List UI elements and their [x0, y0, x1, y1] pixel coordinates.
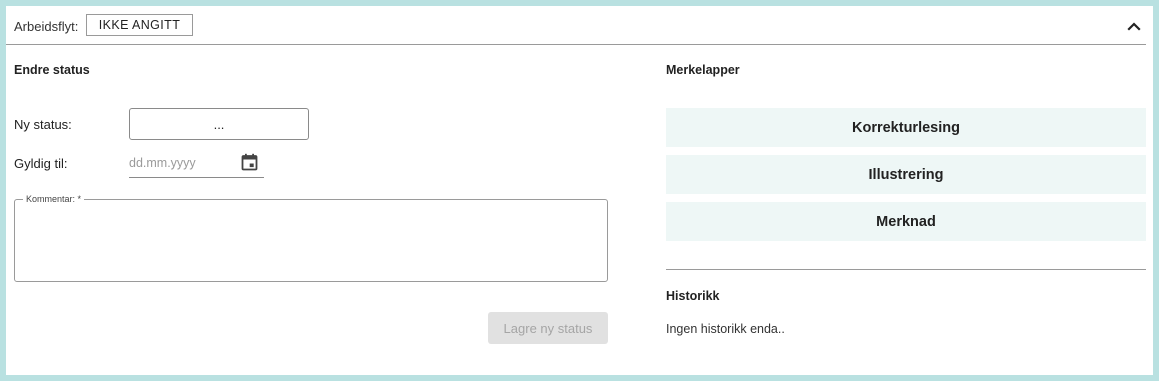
new-status-label: Ny status: [14, 117, 72, 132]
workflow-header: Arbeidsflyt: IKKE ANGITT [6, 6, 1146, 45]
change-status-title: Endre status [14, 63, 90, 77]
date-placeholder: dd.mm.yyyy [129, 156, 196, 170]
valid-until-date-field[interactable]: dd.mm.yyyy [129, 149, 264, 178]
new-status-select[interactable]: ... [129, 108, 309, 140]
history-empty-text: Ingen historikk enda.. [666, 322, 785, 336]
workflow-label: Arbeidsflyt: [14, 19, 79, 34]
calendar-icon[interactable] [241, 153, 258, 171]
chevron-up-icon[interactable] [1125, 17, 1143, 35]
save-status-button[interactable]: Lagre ny status [488, 312, 608, 344]
tag-item[interactable]: Korrekturlesing [666, 108, 1146, 147]
workflow-value-badge: IKKE ANGITT [86, 14, 193, 36]
divider [666, 269, 1146, 270]
tag-item[interactable]: Merknad [666, 202, 1146, 241]
new-status-value: ... [213, 116, 225, 132]
comment-textarea[interactable]: Kommentar: * [14, 193, 608, 282]
tag-item[interactable]: Illustrering [666, 155, 1146, 194]
status-panel: Arbeidsflyt: IKKE ANGITT Endre status Ny… [6, 6, 1153, 375]
history-title: Historikk [666, 289, 720, 303]
valid-until-label: Gyldig til: [14, 156, 68, 171]
comment-label: Kommentar: * [23, 193, 85, 205]
tags-title: Merkelapper [666, 63, 740, 77]
